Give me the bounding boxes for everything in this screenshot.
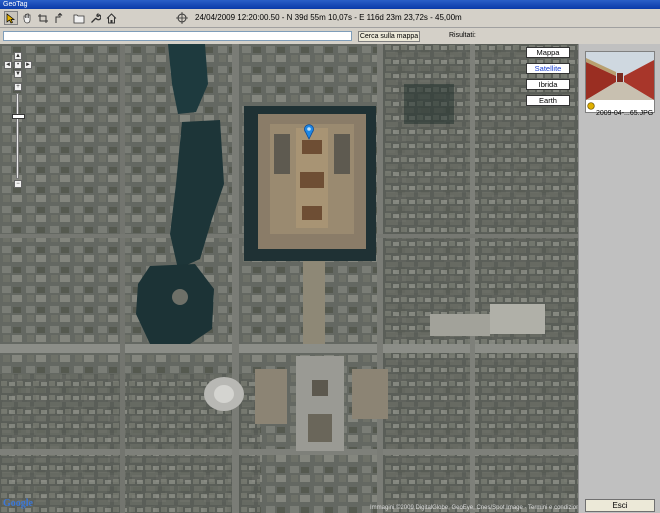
pan-right-button[interactable]: ►	[24, 61, 32, 69]
home-tool-button[interactable]	[104, 11, 118, 25]
map-attribution: Immagini ©2009 DigitalGlobe, GeoEye, Cne…	[370, 505, 597, 511]
zoom-out-button[interactable]: −	[14, 180, 22, 188]
pan-left-button[interactable]: ◄	[4, 61, 12, 69]
coordinates-readout: 24/04/2009 12:20:00.50 - N 39d 55m 10,07…	[195, 13, 462, 22]
search-bar: Cerca sulla mappa Risultati:	[0, 28, 660, 44]
map-type-earth-button[interactable]: Earth	[526, 95, 570, 106]
crosshair-icon	[176, 12, 188, 24]
exit-button[interactable]: Esci	[585, 499, 655, 512]
window-title: GeoTag	[3, 1, 28, 8]
photo-thumbnail[interactable]: 2009-04-...65.JPG	[585, 51, 655, 117]
window-titlebar: GeoTag	[0, 0, 660, 9]
pointer-icon	[6, 12, 15, 23]
search-map-button[interactable]: Cerca sulla mappa	[358, 31, 420, 42]
home-icon	[106, 12, 116, 23]
settings-tool-button[interactable]	[88, 11, 102, 25]
center-position-button[interactable]	[175, 11, 189, 25]
pointer-tool-button[interactable]	[4, 11, 18, 25]
pan-up-button[interactable]: ▲	[14, 52, 22, 60]
satellite-map[interactable]: Mappa Satellite Ibrida Earth ▲ ◄ • ► ▼ +…	[0, 44, 578, 513]
zoom-in-button[interactable]: +	[14, 83, 22, 91]
zoom-slider-track[interactable]	[16, 93, 19, 179]
crop-icon	[37, 13, 48, 23]
photo-filename: 2009-04-...65.JPG	[596, 110, 654, 117]
map-type-mappa-button[interactable]: Mappa	[526, 47, 570, 58]
results-label: Risultati:	[449, 32, 476, 39]
map-type-satellite-button[interactable]: Satellite	[526, 63, 570, 74]
folder-tool-button[interactable]	[72, 11, 86, 25]
pan-center-button[interactable]: •	[14, 61, 22, 69]
folder-icon	[73, 14, 85, 23]
toolbar: 24/04/2009 12:20:00.50 - N 39d 55m 10,07…	[0, 9, 660, 28]
photo-location-pin-icon[interactable]	[303, 124, 315, 140]
photo-thumbnail-image	[586, 52, 654, 100]
zoom-slider-thumb[interactable]	[12, 114, 25, 119]
photo-panel: 2009-04-...65.JPG Esci	[578, 44, 660, 513]
map-navigation-control: ▲ ◄ • ► ▼ + −	[4, 52, 34, 188]
hand-icon	[23, 13, 30, 23]
hand-tool-button[interactable]	[20, 11, 34, 25]
wrench-icon	[90, 12, 101, 23]
satellite-imagery	[0, 44, 578, 513]
map-search-input[interactable]	[3, 31, 352, 41]
google-logo-text: Google	[3, 498, 33, 509]
route-icon	[55, 12, 62, 23]
pan-down-button[interactable]: ▼	[14, 70, 22, 78]
crop-tool-button[interactable]	[36, 11, 50, 25]
route-tool-button[interactable]	[52, 11, 66, 25]
google-logo: Google	[3, 498, 33, 509]
map-type-ibrida-button[interactable]: Ibrida	[526, 79, 570, 90]
geotagged-status-icon	[587, 102, 595, 110]
